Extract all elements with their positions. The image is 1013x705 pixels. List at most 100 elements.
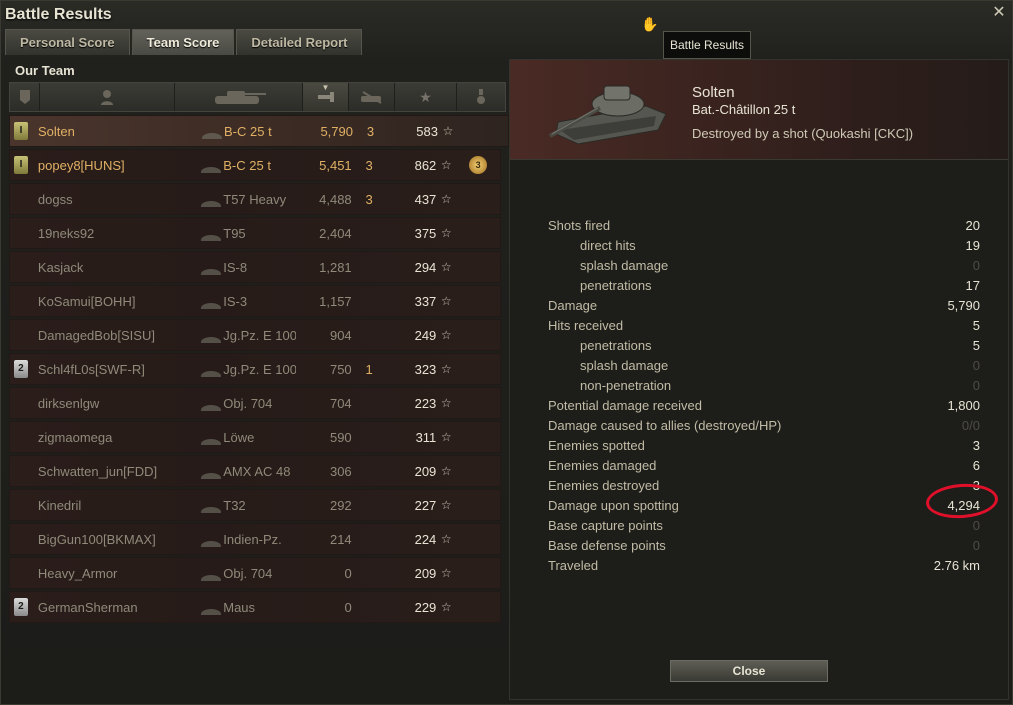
player-name: BigGun100[BKMAX] [37, 531, 156, 547]
star-icon: ☆ [440, 464, 452, 478]
stat-value: 2.76 km [933, 558, 980, 573]
damage-value: 904 [329, 327, 352, 343]
xp-value: 209 [414, 463, 437, 479]
xp-value: 224 [414, 531, 437, 547]
stat-value: 5 [972, 318, 980, 333]
stat-label: Hits received [548, 318, 624, 333]
platoon-column-icon[interactable] [10, 83, 40, 111]
star-icon: ☆ [440, 566, 452, 580]
stat-label: Base capture points [548, 518, 663, 533]
stat-row: penetrations 5 [548, 336, 980, 356]
stat-value: 0/0 [961, 418, 980, 433]
kills-value: 1 [365, 361, 373, 377]
close-icon[interactable]: ✕ [990, 4, 1008, 22]
xp-value: 227 [414, 497, 437, 513]
stat-label: Potential damage received [548, 398, 702, 413]
xp-value: 311 [415, 429, 437, 445]
kills-value: 3 [365, 157, 373, 173]
tank-icon [200, 540, 222, 547]
close-button[interactable]: Close [670, 660, 828, 682]
star-icon: ☆ [440, 294, 452, 308]
damage-column-icon[interactable]: ▼ [303, 83, 349, 111]
stat-label: splash damage [580, 358, 669, 373]
star-icon: ☆ [440, 328, 452, 342]
tab-team-score[interactable]: Team Score [131, 29, 235, 55]
table-row[interactable]: I Solten B-C 25 t 5,790 3 583 ☆ [9, 115, 509, 147]
stat-label: Shots fired [548, 218, 611, 233]
table-row[interactable]: Heavy_Armor Obj. 704 0 209 ☆ [9, 557, 501, 589]
kills-value: 3 [365, 191, 373, 207]
table-row[interactable]: BigGun100[BKMAX] Indien-Pz. 214 224 ☆ [9, 523, 501, 555]
xp-value: 209 [414, 565, 437, 581]
vehicle-cell: AMX AC 48 [181, 464, 296, 479]
player-name: Schwatten_jun[FDD] [37, 463, 158, 479]
star-icon: ☆ [440, 362, 452, 376]
tab-detailed-report[interactable]: Detailed Report [236, 29, 363, 55]
stat-row: Hits received 5 [548, 316, 980, 336]
damage-value: 1,157 [319, 293, 352, 309]
vehicle-cell: IS-3 [181, 294, 296, 309]
stats-list: Shots fired 20 direct hits 19 splash damage 0… [548, 216, 980, 576]
platoon-icon: 2 [13, 360, 28, 378]
tab-personal-score[interactable]: Personal Score [5, 29, 130, 55]
player-detail-panel: Solten Bat.-Châtillon 25 t Destroyed by … [509, 59, 1009, 700]
table-row[interactable]: DamagedBob[SISU] Jg.Pz. E 100 904 249 ☆ [9, 319, 501, 351]
medal-icon[interactable]: 3 [469, 156, 488, 174]
sort-arrow-icon: ▼ [321, 83, 330, 92]
hand-cursor-icon: ✋ [641, 16, 659, 32]
stat-value: 0 [972, 358, 980, 373]
table-row[interactable]: zigmaomega Löwe 590 311 ☆ [9, 421, 501, 453]
stat-value: 19 [965, 238, 980, 253]
tank-icon [200, 438, 222, 445]
table-row[interactable]: Kasjack IS-8 1,281 294 ☆ [9, 251, 501, 283]
platoon-badge [10, 388, 32, 418]
stat-row: Enemies destroyed 3 [548, 476, 980, 496]
vehicle-cell: Löwe [181, 430, 296, 445]
stat-row: Enemies spotted 3 [548, 436, 980, 456]
team-table-rows: I Solten B-C 25 t 5,790 3 583 ☆ Ipopey8[HUNS] B-… [9, 115, 509, 625]
table-row[interactable]: Schwatten_jun[FDD] AMX AC 48 306 209 ☆ [9, 455, 501, 487]
stat-row: Potential damage received 1,800 [548, 396, 980, 416]
vehicle-cell: Obj. 704 [181, 396, 296, 411]
stat-row: Shots fired 20 [548, 216, 980, 236]
detail-player-name: Solten [692, 84, 735, 101]
stat-label: Damage [548, 298, 598, 313]
tank-icon [201, 132, 222, 139]
table-row[interactable]: dirksenlgw Obj. 704 704 223 ☆ [9, 387, 501, 419]
xp-star-column-icon[interactable]: ★ [395, 83, 457, 111]
stat-label: non-penetration [580, 378, 672, 393]
player-name: Heavy_Armor [37, 565, 118, 581]
xp-value: 337 [414, 293, 437, 309]
vehicle-column-icon[interactable] [175, 83, 303, 111]
medal-column-icon[interactable] [457, 83, 505, 111]
stat-value: 0 [972, 538, 980, 553]
player-name: popey8[HUNS] [37, 157, 125, 173]
stat-label: direct hits [580, 238, 636, 253]
stat-label: Enemies damaged [548, 458, 657, 473]
vehicle-card: Solten Bat.-Châtillon 25 t Destroyed by … [510, 60, 1008, 160]
tank-icon [200, 302, 222, 309]
platoon-badge: I [10, 116, 32, 146]
vehicle-cell: Indien-Pz. [181, 532, 296, 547]
platoon-badge [10, 422, 32, 452]
stat-value: 0 [972, 258, 980, 273]
table-row[interactable]: 2 GermanSherman Maus 0 229 ☆ [9, 591, 501, 623]
title-bar[interactable]: Battle Results ✋ ✕ [1, 1, 1013, 32]
tank-icon [200, 574, 222, 581]
damage-value: 750 [329, 361, 352, 377]
xp-value: 437 [414, 191, 437, 207]
tank-icon [200, 370, 222, 377]
table-row[interactable]: dogss T57 Heavy 4,488 3 437 ☆ [9, 183, 501, 215]
table-row[interactable]: KoSamui[BOHH] IS-3 1,157 337 ☆ [9, 285, 501, 317]
table-row[interactable]: 2 Schl4fL0s[SWF-R] Jg.Pz. E 100 750 1 323 ☆ [9, 353, 501, 385]
kills-column-icon[interactable] [349, 83, 395, 111]
player-column-icon[interactable] [40, 83, 175, 111]
table-row[interactable]: Ipopey8[HUNS] B-C 25 t 5,451 3 862 ☆ 3 [9, 149, 501, 181]
stat-value: 17 [965, 278, 980, 293]
tank-icon [200, 336, 222, 343]
damage-value: 1,281 [319, 259, 352, 275]
tank-icon [200, 608, 222, 615]
vehicle-cell: B-C 25 t [182, 124, 297, 139]
table-row[interactable]: 19neks92 T95 2,404 375 ☆ [9, 217, 501, 249]
table-row[interactable]: Kinedril T32 292 227 ☆ [9, 489, 501, 521]
